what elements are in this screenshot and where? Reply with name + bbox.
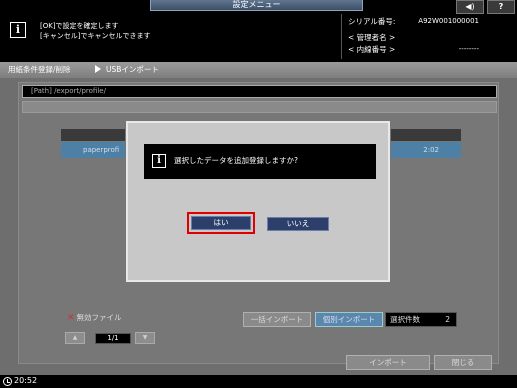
extension-value: --------: [458, 45, 479, 53]
page-up-button[interactable]: ▲: [65, 332, 85, 344]
help-button[interactable]: ?: [487, 0, 515, 14]
row-date: 2:02: [423, 146, 439, 154]
dialog-message: 選択したデータを追加登録しますか?: [174, 156, 298, 165]
selected-count-label: 選択件数: [390, 315, 420, 324]
bulk-import-button[interactable]: 一括インポート: [243, 312, 311, 327]
clock-icon: [3, 377, 12, 386]
path-strip: [22, 101, 497, 113]
top-bar: 設定メニュー i [OK]で設定を確定します [キャンセル]でキャンセルできます…: [0, 0, 517, 62]
menu-title: 設定メニュー: [150, 0, 363, 11]
invalid-file-label: 無効ファイル: [76, 313, 122, 322]
breadcrumb-item-paper-settings[interactable]: 用紙条件登録/削除: [8, 64, 71, 75]
row-file-name: paperprofi: [83, 146, 120, 154]
admin-name-label: < 管理者名 >: [348, 33, 396, 42]
extension-label: < 内線番号 >: [348, 45, 396, 54]
import-button[interactable]: インポート: [346, 355, 430, 370]
selected-count-value: 2: [445, 315, 450, 324]
serial-value: A92W001000001: [418, 17, 479, 25]
path-display: [Path] /export/profile/: [22, 85, 497, 98]
speaker-button[interactable]: ◀): [456, 0, 484, 14]
breadcrumb-item-usb-import: USBインポート: [106, 65, 159, 74]
page-down-button[interactable]: ▼: [135, 332, 155, 344]
clock-time: 20:52: [14, 376, 38, 385]
breadcrumb-arrow-icon: [95, 65, 101, 73]
page-indicator: 1/1: [95, 333, 131, 344]
close-button[interactable]: 閉じる: [434, 355, 492, 370]
yes-button-focus-frame: はい: [187, 212, 255, 234]
invalid-x-icon: ✕: [67, 313, 75, 323]
yes-button[interactable]: はい: [191, 216, 251, 230]
dialog-message-box: i 選択したデータを追加登録しますか?: [144, 144, 376, 179]
no-button[interactable]: いいえ: [267, 217, 329, 231]
breadcrumb: 用紙条件登録/削除 USBインポート: [0, 62, 517, 78]
info-icon: i: [152, 154, 166, 168]
message-line-1: [OK]で設定を確定します: [40, 22, 119, 30]
individual-import-button[interactable]: 個別インポート: [315, 312, 383, 327]
confirm-dialog: i 選択したデータを追加登録しますか? はい いいえ: [126, 121, 390, 282]
header-divider: [341, 14, 342, 59]
status-bar: 20:52: [0, 375, 517, 388]
selected-count: 選択件数 2: [385, 312, 457, 327]
serial-label: シリアル番号:: [348, 17, 396, 26]
invalid-file-legend: ✕ 無効ファイル: [67, 312, 122, 323]
message-line-2: [キャンセル]でキャンセルできます: [40, 32, 151, 40]
info-icon: i: [10, 22, 26, 38]
